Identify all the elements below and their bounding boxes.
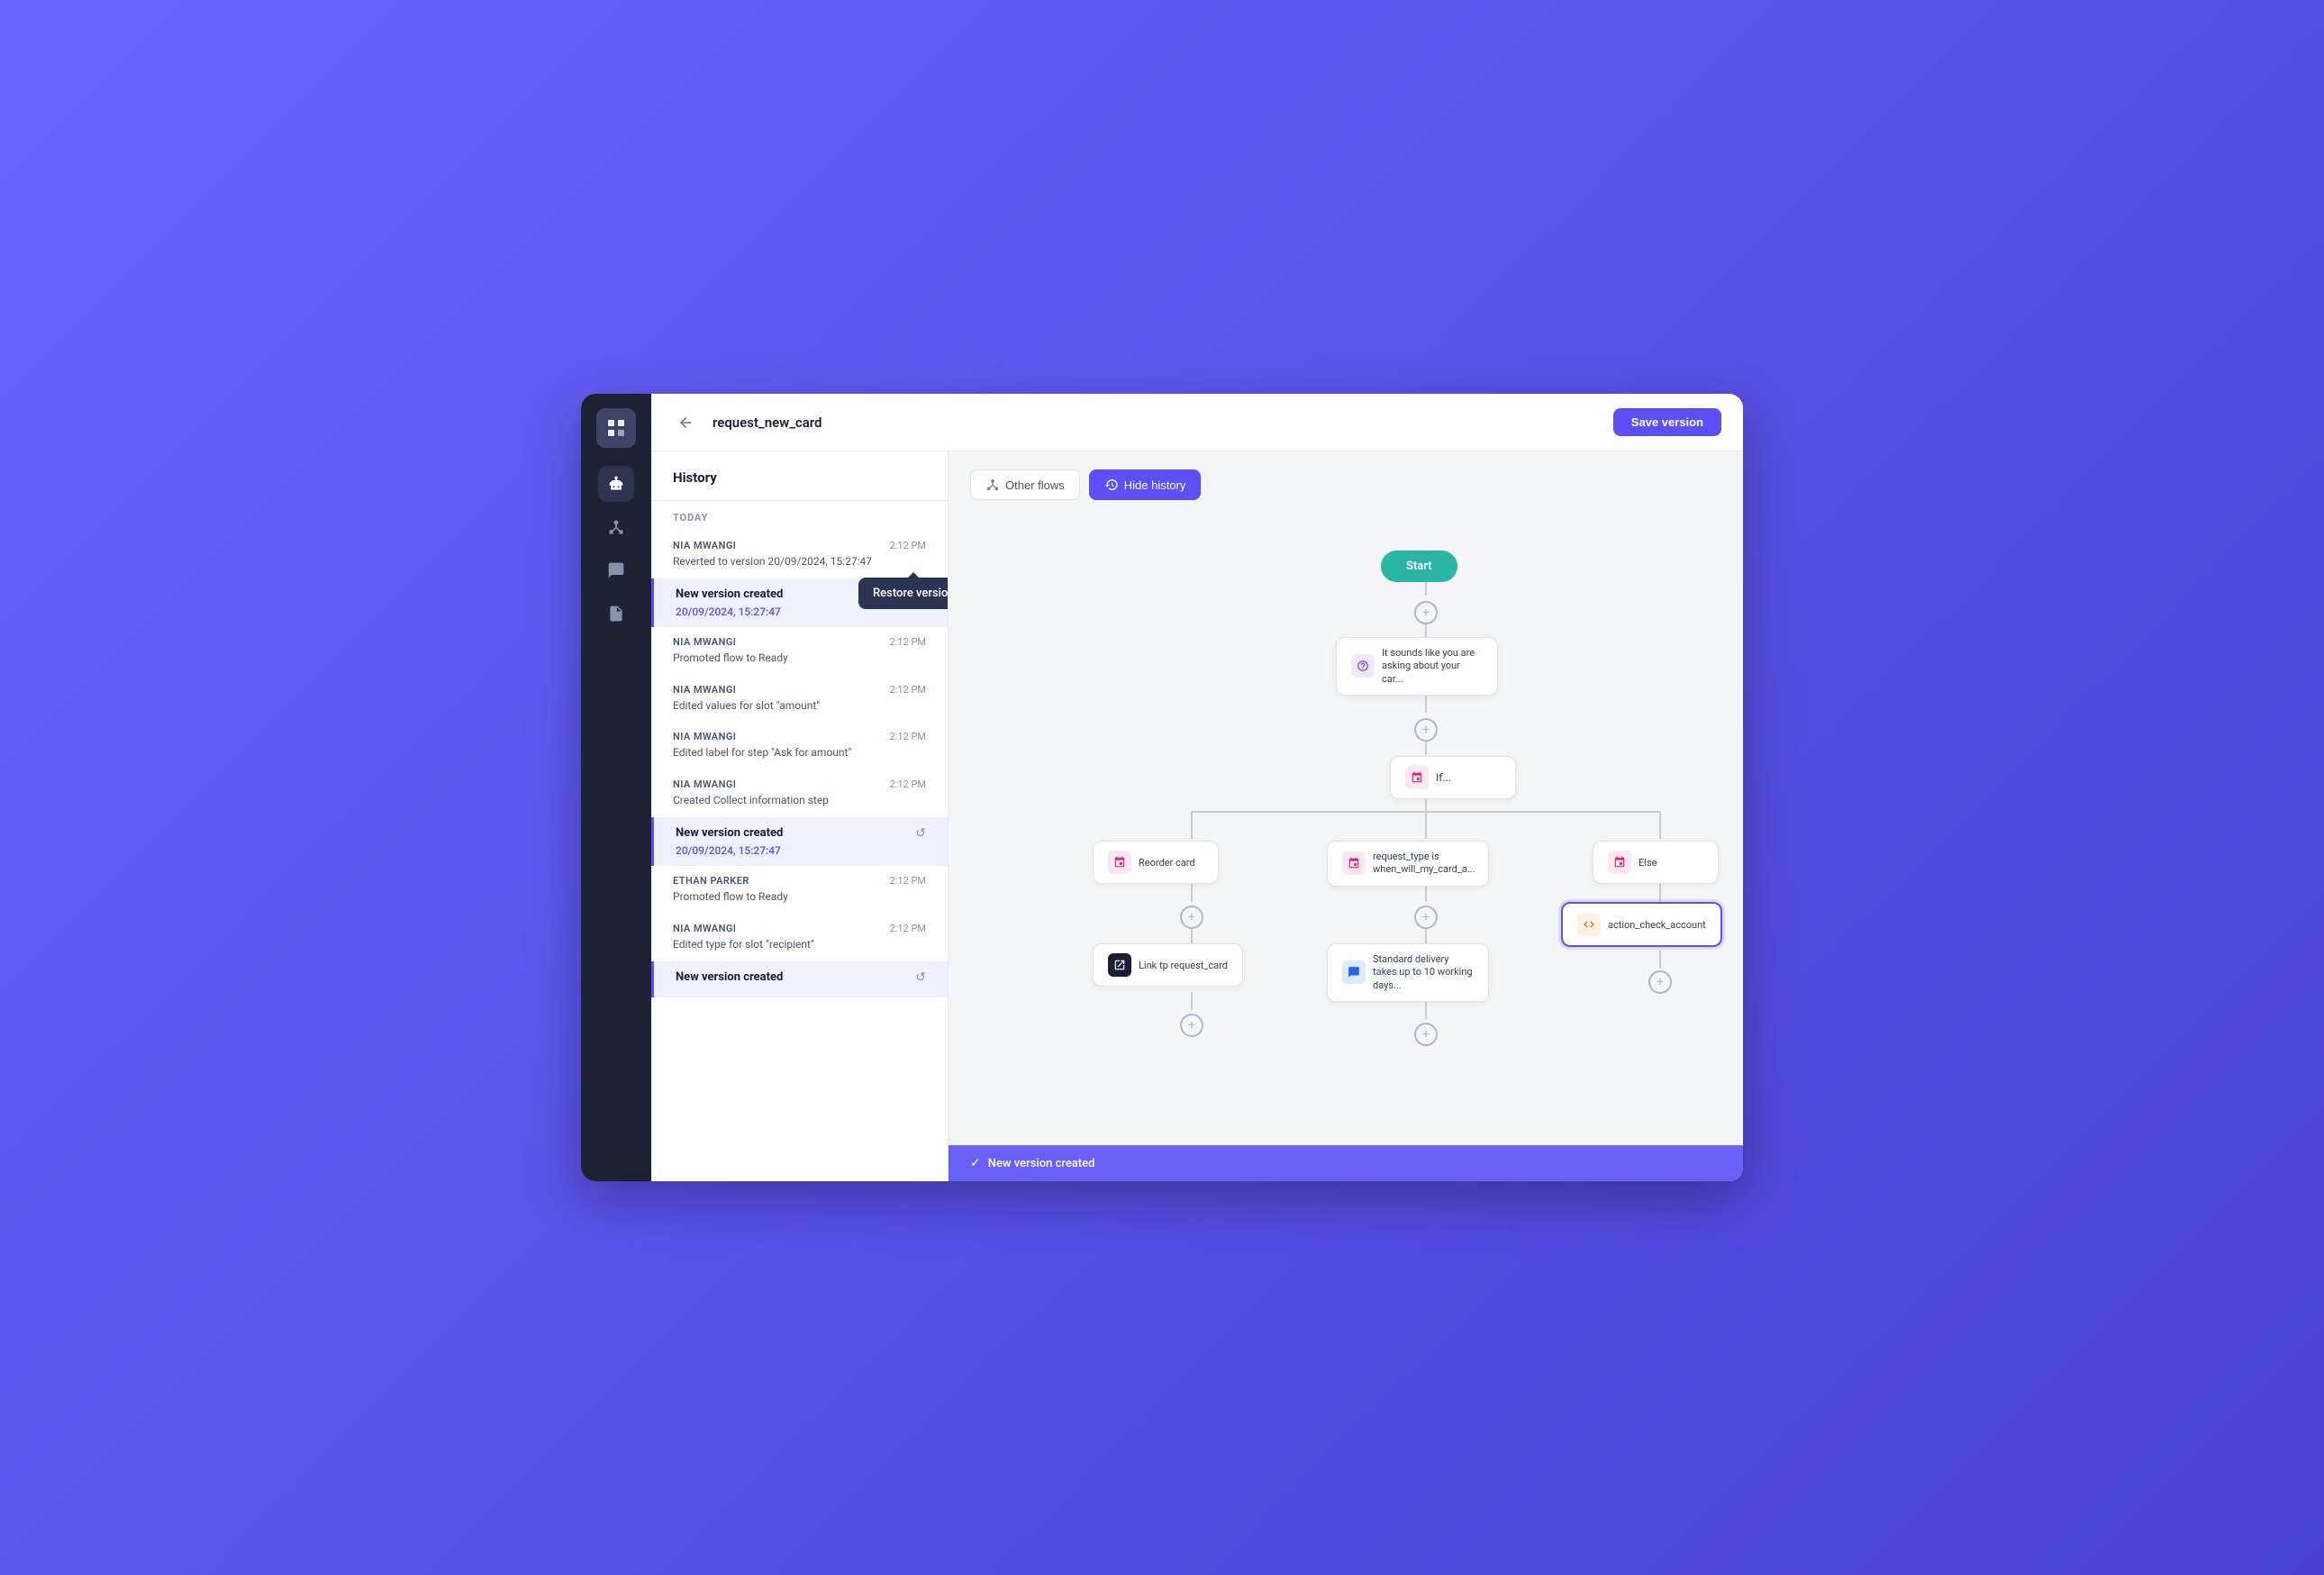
else-icon	[1608, 851, 1631, 874]
back-button[interactable]	[673, 410, 698, 435]
history-time-2: 2:12 PM	[890, 684, 926, 696]
link-icon	[1108, 953, 1131, 977]
restore-version-tooltip[interactable]: Restore version	[858, 578, 949, 609]
version-date-1: 20/09/2024, 15:27:47	[676, 844, 926, 857]
question-icon	[1351, 654, 1375, 678]
start-node[interactable]: Start	[1381, 542, 1457, 591]
sidebar-icon-document[interactable]	[598, 596, 634, 632]
status-bar: ✓ New version created	[949, 1145, 1743, 1181]
delivery-node[interactable]: Standard delivery takes up to 10 working…	[1327, 943, 1489, 1002]
history-action-2: Edited values for slot "amount"	[673, 698, 926, 714]
other-flows-button[interactable]: Other flows	[970, 469, 1080, 500]
app-window: request_new_card Save version History TO…	[581, 394, 1743, 1181]
requesttype-icon	[1342, 851, 1366, 875]
history-item-3[interactable]: NIA MWANGI 2:12 PM Edited label for step…	[651, 722, 948, 769]
hide-history-button[interactable]: Hide history	[1089, 469, 1202, 500]
start-label: Start	[1381, 551, 1457, 582]
sidebar-icon-chat[interactable]	[598, 552, 634, 588]
restore-icon-2[interactable]: ↺	[915, 970, 926, 985]
canvas-toolbar: Other flows Hide history	[970, 469, 1201, 500]
requesttype-node[interactable]: request_type is when_will_my_card_a...	[1327, 841, 1489, 887]
add-button-1[interactable]: +	[1414, 601, 1438, 624]
history-action-1: Promoted flow to Ready	[673, 651, 926, 666]
flow-diagram: Start + It sounds like you are asking ab…	[949, 514, 1743, 1145]
reorder-text: Reorder card	[1139, 857, 1195, 869]
question-text: It sounds like you are asking about your…	[1382, 647, 1483, 686]
history-action-6: Edited type for slot "recipient"	[673, 937, 926, 952]
history-version-block-1[interactable]: New version created ↺ 20/09/2024, 15:27:…	[651, 817, 948, 866]
page-title: request_new_card	[713, 414, 1599, 431]
history-item-2[interactable]: NIA MWANGI 2:12 PM Edited values for slo…	[651, 675, 948, 723]
history-day-label: TODAY	[651, 505, 948, 531]
main-content: request_new_card Save version History TO…	[651, 394, 1743, 1181]
history-author-6: NIA MWANGI	[673, 923, 736, 934]
action-icon	[1577, 913, 1601, 936]
version-label-0: New version created	[676, 587, 783, 601]
if-icon	[1405, 766, 1429, 789]
restore-icon-1[interactable]: ↺	[915, 826, 926, 841]
history-item-4[interactable]: NIA MWANGI 2:12 PM Created Collect infor…	[651, 769, 948, 817]
question-node[interactable]: It sounds like you are asking about your…	[1336, 637, 1498, 696]
header: request_new_card Save version	[651, 394, 1743, 451]
link-text: Link tp request_card	[1139, 960, 1228, 971]
action-text: action_check_account	[1608, 919, 1706, 931]
delivery-icon	[1342, 960, 1366, 984]
version-label-2: New version created	[676, 970, 783, 984]
history-action-5: Promoted flow to Ready	[673, 889, 926, 905]
add-button-center[interactable]: +	[1414, 906, 1438, 929]
else-text: Else	[1639, 857, 1657, 869]
history-panel: History TODAY NIA MWANGI 2:12 PM Reverte…	[651, 451, 949, 1181]
history-action-3: Edited label for step "Ask for amount"	[673, 745, 926, 760]
history-author-1: NIA MWANGI	[673, 636, 736, 648]
reorder-node[interactable]: Reorder card	[1093, 841, 1219, 884]
version-label-1: New version created	[676, 826, 783, 840]
body-split: History TODAY NIA MWANGI 2:12 PM Reverte…	[651, 451, 1743, 1181]
add-button-bottom-left[interactable]: +	[1180, 1014, 1203, 1037]
requesttype-text: request_type is when_will_my_card_a...	[1373, 851, 1475, 877]
delivery-text: Standard delivery takes up to 10 working…	[1373, 953, 1474, 992]
canvas-area: Other flows Hide history	[949, 451, 1743, 1181]
history-author-2: NIA MWANGI	[673, 684, 736, 696]
add-button-2[interactable]: +	[1414, 718, 1438, 742]
status-bar-message: New version created	[988, 1157, 1095, 1170]
history-time-6: 2:12 PM	[890, 923, 926, 934]
add-button-bottom-center[interactable]: +	[1414, 1023, 1438, 1046]
link-node[interactable]: Link tp request_card	[1093, 943, 1243, 987]
sidebar-logo	[596, 408, 636, 448]
save-version-button[interactable]: Save version	[1613, 408, 1721, 436]
history-item-6[interactable]: NIA MWANGI 2:12 PM Edited type for slot …	[651, 914, 948, 961]
history-time-0: 2:12 PM	[890, 540, 926, 551]
history-author-5: ETHAN PARKER	[673, 875, 749, 887]
history-author-4: NIA MWANGI	[673, 778, 736, 790]
flow-svg	[949, 514, 1743, 1145]
history-author-3: NIA MWANGI	[673, 731, 736, 742]
history-action-4: Created Collect information step	[673, 793, 926, 808]
history-item-0[interactable]: NIA MWANGI 2:12 PM Reverted to version 2…	[651, 531, 948, 578]
history-time-5: 2:12 PM	[890, 875, 926, 887]
status-bar-icon: ✓	[970, 1156, 981, 1170]
history-time-4: 2:12 PM	[890, 778, 926, 790]
history-time-3: 2:12 PM	[890, 731, 926, 742]
sidebar-icon-flow[interactable]	[598, 509, 634, 545]
else-node[interactable]: Else	[1593, 841, 1719, 884]
history-version-block-2[interactable]: New version created ↺	[651, 961, 948, 997]
history-time-1: 2:12 PM	[890, 636, 926, 648]
history-item-1[interactable]: NIA MWANGI 2:12 PM Promoted flow to Read…	[651, 627, 948, 675]
history-item-5[interactable]: ETHAN PARKER 2:12 PM Promoted flow to Re…	[651, 866, 948, 914]
reorder-icon	[1108, 851, 1131, 874]
add-button-bottom-right[interactable]: +	[1648, 970, 1672, 994]
history-author-0: NIA MWANGI	[673, 540, 736, 551]
sidebar-icon-bot[interactable]	[598, 466, 634, 502]
if-text: If...	[1436, 771, 1451, 784]
action-node[interactable]: action_check_account	[1561, 902, 1722, 947]
history-title: History	[651, 451, 948, 496]
history-action-0: Reverted to version 20/09/2024, 15:27:47	[673, 554, 926, 569]
add-button-left[interactable]: +	[1180, 906, 1203, 929]
if-node[interactable]: If...	[1390, 756, 1516, 799]
sidebar	[581, 394, 651, 1181]
